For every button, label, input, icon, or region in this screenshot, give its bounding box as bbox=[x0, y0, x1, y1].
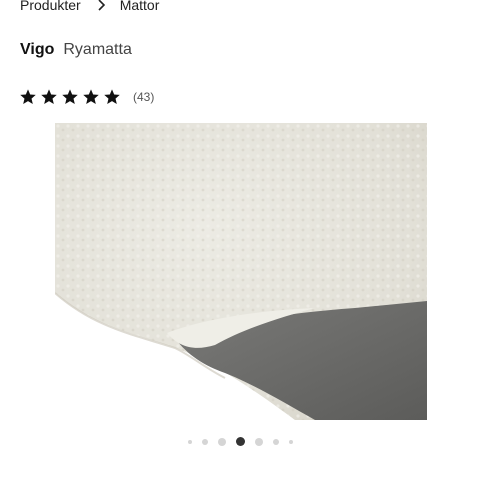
carousel-dot[interactable] bbox=[187, 439, 192, 444]
rug-photo-icon bbox=[55, 123, 427, 420]
breadcrumb-item-mattor[interactable]: Mattor bbox=[120, 0, 160, 13]
product-image[interactable] bbox=[55, 123, 427, 420]
star-icon bbox=[83, 89, 99, 105]
breadcrumb-item-produkter[interactable]: Produkter bbox=[20, 0, 81, 13]
star-icon bbox=[62, 89, 78, 105]
carousel-dot[interactable] bbox=[201, 438, 208, 445]
carousel-dot[interactable] bbox=[272, 438, 279, 445]
product-name: Ryamatta bbox=[63, 41, 132, 58]
star-icon bbox=[104, 89, 120, 105]
rating-stars bbox=[19, 88, 121, 106]
chevron-right-icon bbox=[97, 0, 106, 11]
product-brand[interactable]: Vigo bbox=[20, 41, 54, 59]
product-title: Vigo Ryamatta bbox=[20, 41, 132, 59]
carousel-dot-active[interactable] bbox=[235, 437, 245, 446]
carousel-pagination bbox=[0, 437, 480, 446]
breadcrumb: Produkter Mattor bbox=[20, 0, 159, 13]
carousel-dot[interactable] bbox=[254, 437, 263, 446]
carousel-dot[interactable] bbox=[217, 437, 226, 446]
review-count[interactable]: (43) bbox=[133, 90, 154, 104]
product-rating[interactable]: (43) bbox=[19, 88, 154, 106]
carousel-dot[interactable] bbox=[288, 439, 293, 444]
star-icon bbox=[41, 89, 57, 105]
star-icon bbox=[20, 89, 36, 105]
